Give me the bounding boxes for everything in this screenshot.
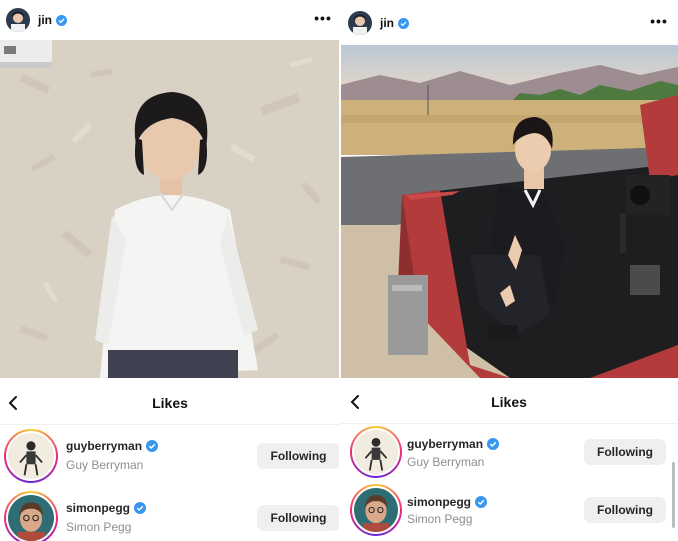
- list-item[interactable]: simonpegg Simon Pegg Following: [340, 478, 678, 540]
- liker-handle[interactable]: simonpegg: [407, 495, 471, 509]
- liker-avatar[interactable]: [4, 429, 58, 483]
- verified-badge-icon: [56, 14, 67, 26]
- post-header: jin •••: [0, 0, 340, 40]
- verified-badge-icon: [487, 438, 500, 450]
- following-button[interactable]: Following: [584, 439, 666, 465]
- scrollbar[interactable]: [672, 462, 675, 528]
- author-avatar[interactable]: [348, 11, 372, 35]
- liker-fullname: Simon Pegg: [407, 512, 473, 526]
- post-header: jin •••: [340, 3, 678, 43]
- list-item[interactable]: simonpegg Simon Pegg Following: [0, 487, 340, 541]
- more-horizontal-icon[interactable]: •••: [648, 13, 670, 29]
- likes-header: Likes: [0, 381, 340, 425]
- following-button[interactable]: Following: [257, 443, 340, 469]
- author-username[interactable]: jin: [380, 16, 394, 30]
- post-panel-left: jin ••• Likes guyberryman Guy Berryman F…: [0, 0, 340, 541]
- panel-divider: [339, 0, 341, 541]
- liker-avatar[interactable]: [4, 491, 58, 541]
- back-chevron-icon[interactable]: [346, 392, 366, 412]
- verified-badge-icon: [398, 17, 409, 29]
- likes-header: Likes: [340, 380, 678, 424]
- liker-handle[interactable]: simonpegg: [66, 501, 130, 515]
- back-chevron-icon[interactable]: [4, 393, 24, 413]
- liker-avatar[interactable]: [350, 484, 402, 536]
- post-photo: [0, 40, 340, 378]
- post-panel-right: jin ••• Likes guyberryman Guy Berryman F…: [340, 0, 678, 541]
- list-item[interactable]: guyberryman Guy Berryman Following: [340, 420, 678, 482]
- author-username[interactable]: jin: [38, 13, 52, 27]
- post-photo: [340, 45, 678, 378]
- following-button[interactable]: Following: [584, 497, 666, 523]
- author-avatar[interactable]: [6, 8, 30, 32]
- verified-badge-icon: [134, 502, 147, 514]
- list-item[interactable]: guyberryman Guy Berryman Following: [0, 425, 340, 487]
- liker-handle[interactable]: guyberryman: [66, 439, 142, 453]
- liker-avatar[interactable]: [350, 426, 402, 478]
- liker-handle[interactable]: guyberryman: [407, 437, 483, 451]
- likes-title: Likes: [491, 393, 527, 410]
- liker-fullname: Guy Berryman: [66, 458, 144, 472]
- more-horizontal-icon[interactable]: •••: [312, 10, 334, 26]
- liker-fullname: Guy Berryman: [407, 455, 485, 469]
- following-button[interactable]: Following: [257, 505, 340, 531]
- verified-badge-icon: [475, 496, 488, 508]
- likes-title: Likes: [152, 394, 188, 411]
- liker-fullname: Simon Pegg: [66, 520, 132, 534]
- verified-badge-icon: [146, 440, 159, 452]
